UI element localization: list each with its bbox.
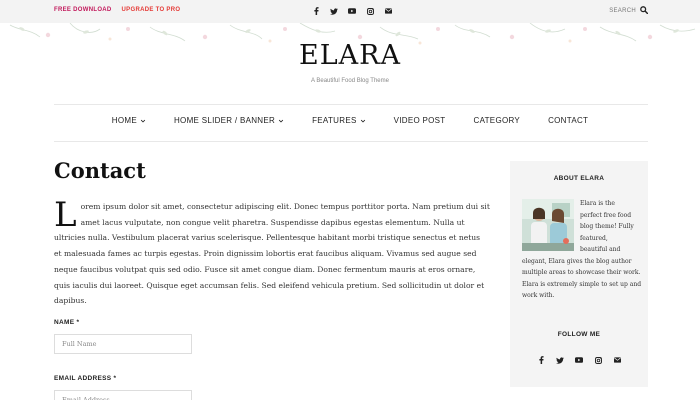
about-text-line: work with. xyxy=(522,292,555,299)
facebook-icon[interactable] xyxy=(536,355,546,365)
sidebar: ABOUT ELARA Elara is the perfect free fo… xyxy=(510,161,648,387)
top-bar: FREE DOWNLOAD UPGRADE TO PRO SEARCH xyxy=(0,0,700,23)
twitter-icon[interactable] xyxy=(555,355,565,365)
about-text-line: beautiful and xyxy=(580,246,621,253)
article-body: Lorem ipsum dolor sit amet, consectetur … xyxy=(54,195,490,309)
about-text-line: Elara is extremely simple to set up and xyxy=(522,280,642,288)
nav-item-label: HOME SLIDER / BANNER xyxy=(173,116,276,125)
about-text-line: elegant, Elara gives the blog author xyxy=(522,257,632,265)
instagram-icon[interactable] xyxy=(365,6,375,16)
instagram-icon[interactable] xyxy=(593,355,603,365)
name-field[interactable]: Full Name xyxy=(54,334,192,354)
youtube-icon[interactable] xyxy=(347,6,357,16)
email-field-label: EMAIL ADDRESS * xyxy=(54,375,117,382)
about-author-photo xyxy=(522,199,574,251)
email-field[interactable]: Email Address xyxy=(54,390,192,400)
site-tagline: A Beautiful Food Blog Theme xyxy=(311,78,389,84)
chevron-down-icon xyxy=(140,119,146,122)
nav-item-label: CATEGORY xyxy=(473,116,521,125)
nav-item-home[interactable]: HOME xyxy=(98,116,160,125)
nav-bottom-divider xyxy=(54,141,648,142)
nav-item-category[interactable]: CATEGORY xyxy=(460,116,535,125)
chevron-down-icon xyxy=(278,119,284,122)
drop-cap: L xyxy=(54,195,77,235)
main-navigation: HOME HOME SLIDER / BANNER FEATURES VIDEO… xyxy=(0,116,700,125)
top-social-links xyxy=(311,6,393,16)
twitter-icon[interactable] xyxy=(329,6,339,16)
name-field-label: NAME * xyxy=(54,319,80,326)
nav-item-features[interactable]: FEATURES xyxy=(298,116,379,125)
about-text-line: perfect free food xyxy=(580,211,632,219)
nav-top-divider xyxy=(54,104,648,105)
email-icon[interactable] xyxy=(612,355,622,365)
nav-item-label: CONTACT xyxy=(548,116,589,125)
facebook-icon[interactable] xyxy=(311,6,321,16)
page-title: Contact xyxy=(54,158,146,183)
site-logo[interactable]: ELARA xyxy=(0,40,700,71)
nav-item-label: VIDEO POST xyxy=(393,116,446,125)
email-icon[interactable] xyxy=(383,6,393,16)
top-links: FREE DOWNLOAD UPGRADE TO PRO xyxy=(54,7,188,13)
sidebar-social-links xyxy=(510,355,648,365)
nav-item-label: HOME xyxy=(111,116,137,125)
youtube-icon[interactable] xyxy=(574,355,584,365)
search-label: SEARCH xyxy=(609,8,636,14)
nav-item-label: FEATURES xyxy=(312,116,357,125)
top-search[interactable]: SEARCH xyxy=(609,6,649,16)
about-text-line: featured, xyxy=(580,234,608,242)
nav-item-contact[interactable]: CONTACT xyxy=(534,116,602,125)
free-download-link[interactable]: FREE DOWNLOAD xyxy=(54,7,112,13)
nav-item-home-slider-banner[interactable]: HOME SLIDER / BANNER xyxy=(160,116,298,125)
upgrade-to-pro-link[interactable]: UPGRADE TO PRO xyxy=(122,7,181,13)
search-icon[interactable] xyxy=(640,6,649,16)
chevron-down-icon xyxy=(360,119,365,122)
about-text-line: multiple areas to showcase their work. xyxy=(522,269,641,276)
article-text: orem ipsum dolor sit amet, consectetur a… xyxy=(54,202,490,306)
about-widget-title: ABOUT ELARA xyxy=(553,175,605,182)
follow-widget-title: FOLLOW ME xyxy=(557,331,601,338)
about-text-line: Elara is the xyxy=(580,200,615,207)
about-text-line: blog theme! Fully xyxy=(580,223,634,230)
nav-item-video-post[interactable]: VIDEO POST xyxy=(380,116,460,125)
